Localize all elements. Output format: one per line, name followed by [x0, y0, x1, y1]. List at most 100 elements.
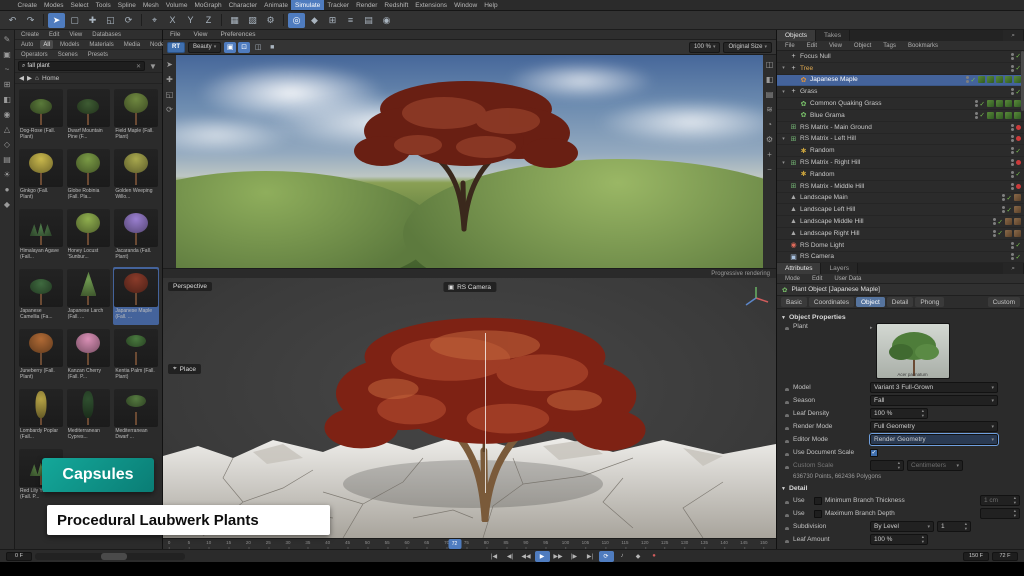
asset-menu-edit[interactable]: Edit	[46, 30, 62, 39]
prev-key-button[interactable]: ◀|	[503, 551, 518, 562]
material-tag-icon[interactable]	[1014, 206, 1021, 213]
timeline-scrollbar[interactable]	[35, 553, 185, 560]
om-menu-file[interactable]: File	[782, 41, 798, 50]
orbit-view-icon[interactable]: ⟳	[164, 103, 176, 115]
color-sample-icon[interactable]: ◔	[764, 118, 776, 130]
om-menu-edit[interactable]: Edit	[804, 41, 820, 50]
filter-icon[interactable]: ▼	[147, 60, 159, 72]
visibility-dots-icon[interactable]	[1011, 88, 1014, 95]
season-dropdown[interactable]: Fall▾	[870, 395, 998, 406]
texture-tag-icon[interactable]	[996, 112, 1003, 119]
max-branch-field[interactable]: ▴▾	[980, 508, 1020, 519]
enabled-check-icon[interactable]: ✓	[998, 218, 1003, 226]
texture-tag-icon[interactable]	[978, 76, 985, 83]
tab-layers[interactable]: Layers	[821, 263, 858, 274]
material-tag-icon[interactable]	[1014, 194, 1021, 201]
tag-create-icon[interactable]: ◆	[1, 198, 13, 210]
end-frame-field[interactable]: 150 F	[963, 552, 989, 561]
menu-redshift[interactable]: Redshift	[381, 0, 412, 10]
render-mode-dropdown[interactable]: Full Geometry▾	[870, 421, 998, 432]
place-tool-chip[interactable]: ⌖ Place	[168, 364, 201, 374]
extrude-tool-icon[interactable]: ◧	[1, 93, 13, 105]
deformer-icon[interactable]: ◇	[1, 138, 13, 150]
search-icon[interactable]: ⌕	[1003, 263, 1024, 274]
object-item-tree[interactable]: ▾+Tree✓	[777, 63, 1024, 75]
plant-asset[interactable]: Kentia Palm (Fall. Plant)	[113, 327, 159, 385]
snapshot-list-icon[interactable]: ◫	[764, 58, 776, 70]
workplane-icon[interactable]: ⊞	[324, 13, 341, 28]
plant-asset[interactable]: Himalayan Agave (Fall...	[18, 207, 64, 265]
visibility-dots-icon[interactable]	[1002, 194, 1005, 201]
rect-selection-icon[interactable]: ▢	[66, 13, 83, 28]
visibility-dots-icon[interactable]	[1011, 135, 1014, 142]
asset-menu-create[interactable]: Create	[18, 30, 42, 39]
texture-tag-icon[interactable]	[1014, 76, 1021, 83]
texture-tag-icon[interactable]	[987, 100, 994, 107]
section-object-properties[interactable]: ▼Object Properties	[781, 314, 1020, 321]
perspective-viewport[interactable]: Perspective ▣ RS Camera ⌖ Place	[163, 278, 776, 538]
abort-render-icon[interactable]: ■	[266, 42, 278, 53]
enabled-check-icon[interactable]: ✓	[980, 100, 985, 108]
visibility-dots-icon[interactable]	[1011, 53, 1014, 60]
pen-tool-icon[interactable]: ✎	[1, 33, 13, 45]
history-icon[interactable]: ≋	[764, 103, 776, 115]
plant-asset[interactable]: Japanese Larch (Fall. ...	[66, 267, 112, 325]
plant-asset[interactable]: Dwarf Mountain Pine (F...	[66, 87, 112, 145]
visibility-dots-icon[interactable]	[1011, 183, 1014, 190]
visibility-dots-icon[interactable]	[1002, 206, 1005, 213]
menu-extensions[interactable]: Extensions	[412, 0, 451, 10]
menu-select[interactable]: Select	[67, 0, 92, 10]
visibility-dots-icon[interactable]	[1011, 171, 1014, 178]
goto-start-button[interactable]: |◀	[487, 551, 502, 562]
object-item-landscape-right-hill[interactable]: ▲Landscape Right Hill✓	[777, 228, 1024, 240]
snapshot-icon[interactable]: ◫	[252, 42, 264, 53]
rotate-tool-icon[interactable]: ⟳	[120, 13, 137, 28]
min-branch-checkbox[interactable]	[814, 497, 822, 505]
am-mode-edit[interactable]: Edit	[809, 274, 825, 283]
attr-tab-coordinates[interactable]: Coordinates	[809, 297, 854, 307]
texture-tag-icon[interactable]	[1005, 76, 1012, 83]
back-icon[interactable]: ◀	[19, 74, 24, 82]
camera-lock-icon[interactable]: ▣	[224, 42, 236, 53]
min-branch-field[interactable]: 1 cm▴▾	[980, 495, 1020, 506]
object-item-rs-camera[interactable]: ▣RS Camera✓	[777, 252, 1024, 263]
caret-icon[interactable]: ▾	[780, 89, 787, 95]
zoom-dropdown[interactable]: 100 %▾	[689, 42, 721, 53]
playhead[interactable]: 72	[448, 539, 461, 549]
use-document-scale-checkbox[interactable]: ✓	[870, 449, 878, 457]
loop-button[interactable]: ⟳	[599, 551, 614, 562]
menu-simulate[interactable]: Simulate	[291, 0, 323, 10]
plant-asset[interactable]: Lombardy Poplar (Fall...	[18, 387, 64, 445]
light-create-icon[interactable]: ☀	[1, 168, 13, 180]
plant-asset[interactable]: Honey Locust 'Sunbur...	[66, 207, 112, 265]
leaf-amount-field[interactable]: 100 %▴▾	[870, 534, 928, 545]
object-item-grass[interactable]: ▾+Grass✓	[777, 86, 1024, 98]
visibility-dots-icon[interactable]	[1011, 159, 1014, 166]
object-item-focus-null[interactable]: +Focus Null✓	[777, 51, 1024, 63]
enabled-check-icon[interactable]: ✓	[1016, 241, 1021, 249]
plant-asset[interactable]: Jacaranda (Fall. Plant)	[113, 207, 159, 265]
material-tag-icon[interactable]	[1005, 230, 1012, 237]
coord-system-icon[interactable]: ⌖	[146, 13, 163, 28]
plant-asset[interactable]: Ginkgo (Fall. Plant)	[18, 147, 64, 205]
menu-spline[interactable]: Spline	[114, 0, 139, 10]
visibility-dots-icon[interactable]	[975, 112, 978, 119]
enabled-check-icon[interactable]: ✓	[998, 229, 1003, 237]
plant-asset[interactable]: Golden Weeping Willo...	[113, 147, 159, 205]
viewport-config-icon[interactable]: ◉	[378, 13, 395, 28]
redo-icon[interactable]: ↷	[22, 13, 39, 28]
zoom-out-icon[interactable]: −	[764, 163, 776, 175]
caret-icon[interactable]: ▾	[780, 136, 787, 142]
undo-icon[interactable]: ↶	[4, 13, 21, 28]
enabled-check-icon[interactable]: ✓	[1007, 194, 1012, 202]
menu-animate[interactable]: Animate	[261, 0, 292, 10]
live-selection-icon[interactable]: ➤	[48, 13, 65, 28]
next-frame-button[interactable]: ▶▶	[551, 551, 566, 562]
texture-tag-icon[interactable]	[1014, 100, 1021, 107]
next-key-button[interactable]: |▶	[567, 551, 582, 562]
visibility-dots-icon[interactable]	[1011, 253, 1014, 260]
render-off-icon[interactable]	[1016, 125, 1021, 130]
asset-subtab-scenes[interactable]: Scenes	[55, 50, 81, 59]
subdivision-dropdown[interactable]: By Level▾	[870, 521, 934, 532]
timeline-scroll-handle[interactable]	[101, 553, 127, 560]
